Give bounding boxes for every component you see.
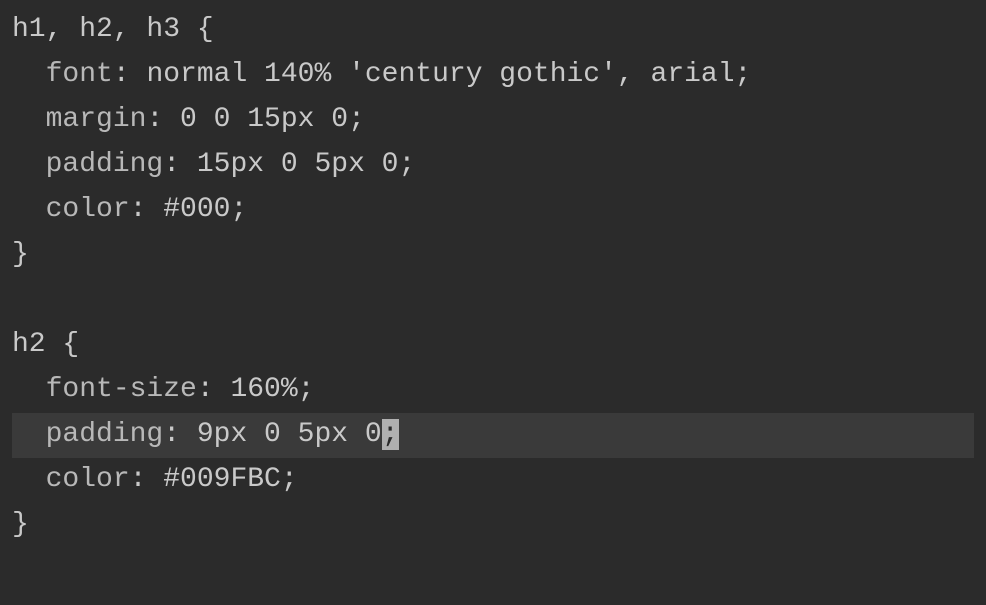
- css-property: color: [46, 464, 130, 495]
- open-brace: {: [46, 329, 80, 360]
- cursor-position: ;: [382, 419, 399, 450]
- code-line-5[interactable]: color: #000;: [12, 188, 974, 233]
- code-editor[interactable]: h1, h2, h3 { font: normal 140% 'century …: [12, 8, 974, 548]
- css-property: font: [46, 59, 113, 90]
- css-value: 15px 0 5px 0: [197, 149, 399, 180]
- css-property: padding: [46, 149, 164, 180]
- code-line-2[interactable]: font: normal 140% 'century gothic', aria…: [12, 53, 974, 98]
- colon: :: [197, 374, 231, 405]
- code-line-11[interactable]: color: #009FBC;: [12, 458, 974, 503]
- code-line-10-active[interactable]: padding: 9px 0 5px 0;: [12, 413, 974, 458]
- colon: :: [113, 59, 147, 90]
- close-brace: }: [12, 509, 29, 540]
- css-value: #009FBC: [163, 464, 281, 495]
- css-value: normal 140% 'century gothic', arial: [146, 59, 734, 90]
- code-line-6[interactable]: }: [12, 233, 974, 278]
- indent: [12, 419, 46, 450]
- colon: :: [130, 194, 164, 225]
- css-value: 0 0 15px 0: [180, 104, 348, 135]
- css-selector: h2: [12, 329, 46, 360]
- code-line-12[interactable]: }: [12, 503, 974, 548]
- indent: [12, 194, 46, 225]
- indent: [12, 374, 46, 405]
- code-line-4[interactable]: padding: 15px 0 5px 0;: [12, 143, 974, 188]
- semicolon: ;: [298, 374, 315, 405]
- colon: :: [130, 464, 164, 495]
- css-property: color: [46, 194, 130, 225]
- colon: :: [163, 419, 197, 450]
- css-value: 160%: [230, 374, 297, 405]
- code-line-9[interactable]: font-size: 160%;: [12, 368, 974, 413]
- semicolon: ;: [281, 464, 298, 495]
- css-property: margin: [46, 104, 147, 135]
- indent: [12, 149, 46, 180]
- css-value: #000: [163, 194, 230, 225]
- close-brace: }: [12, 239, 29, 270]
- code-line-3[interactable]: margin: 0 0 15px 0;: [12, 98, 974, 143]
- code-line-7[interactable]: [12, 278, 974, 323]
- css-value: 9px 0 5px 0: [197, 419, 382, 450]
- semicolon: ;: [348, 104, 365, 135]
- semicolon: ;: [398, 149, 415, 180]
- code-line-1[interactable]: h1, h2, h3 {: [12, 8, 974, 53]
- open-brace: {: [180, 14, 214, 45]
- indent: [12, 464, 46, 495]
- css-property: padding: [46, 419, 164, 450]
- indent: [12, 59, 46, 90]
- code-line-8[interactable]: h2 {: [12, 323, 974, 368]
- colon: :: [163, 149, 197, 180]
- indent: [12, 104, 46, 135]
- css-property: font-size: [46, 374, 197, 405]
- css-selector: h1, h2, h3: [12, 14, 180, 45]
- semicolon: ;: [735, 59, 752, 90]
- semicolon: ;: [230, 194, 247, 225]
- colon: :: [146, 104, 180, 135]
